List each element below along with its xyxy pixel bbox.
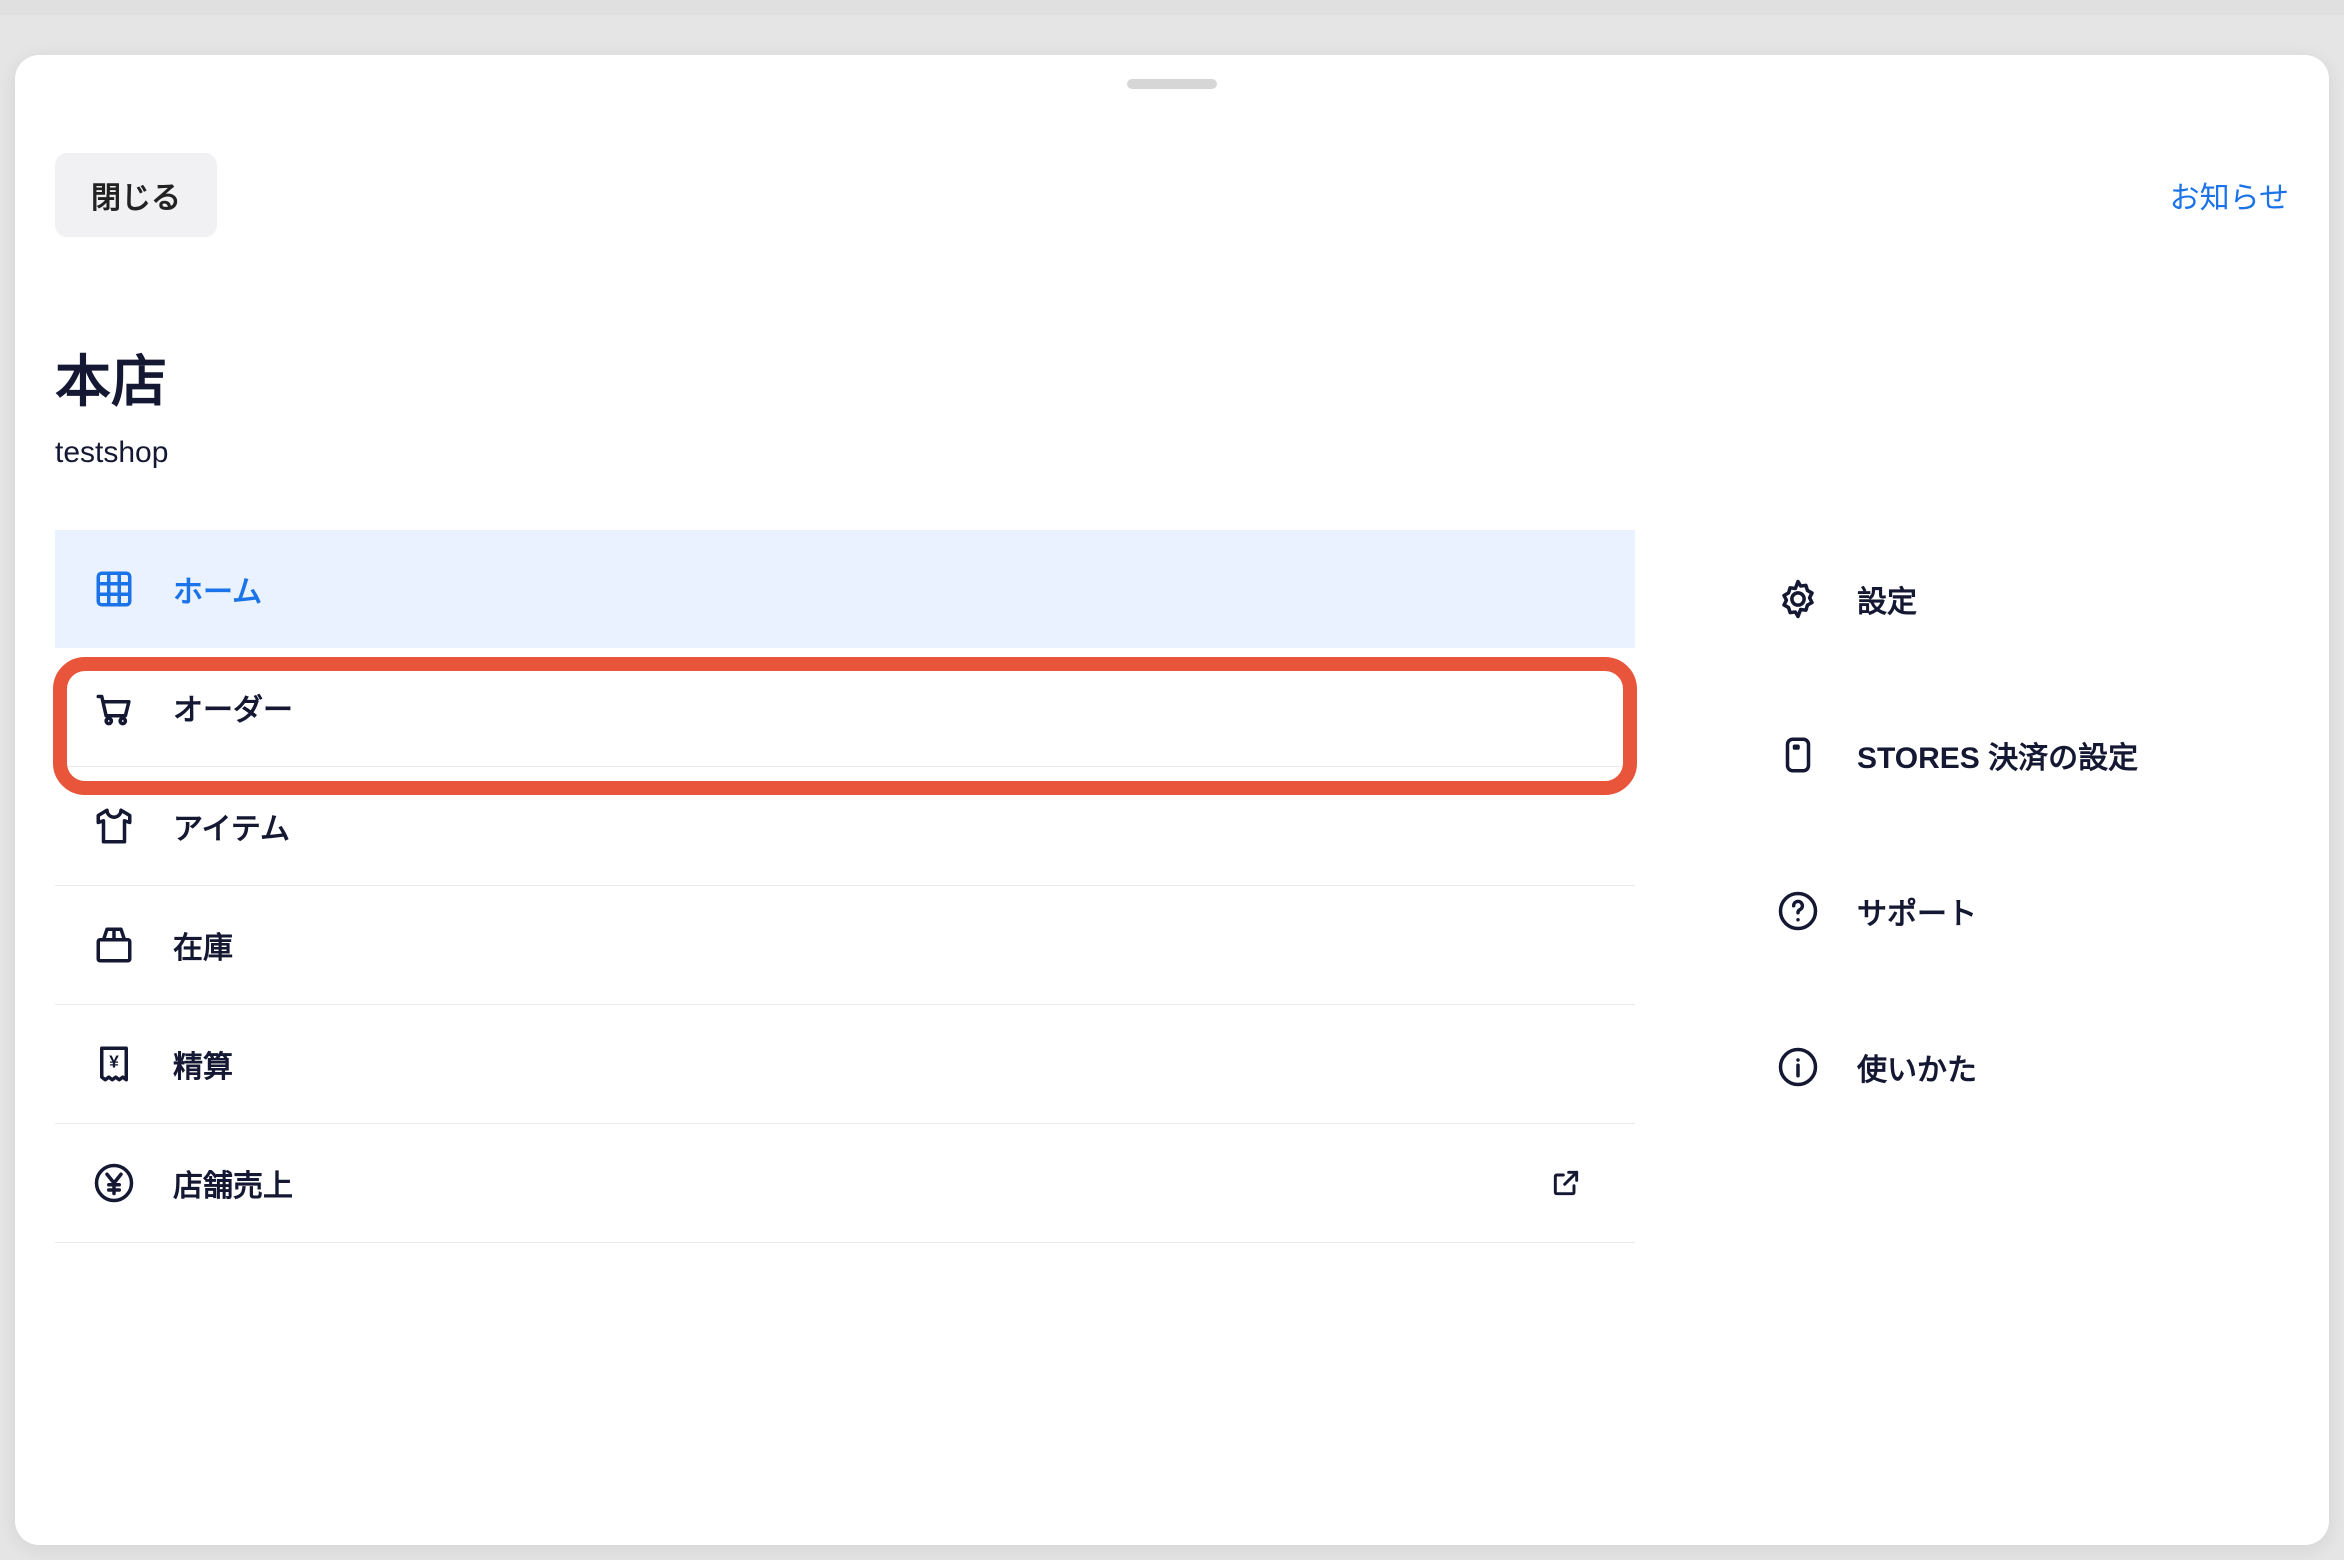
menu-label: ホーム — [173, 567, 1599, 611]
menu-label: オーダー — [173, 685, 1599, 729]
menu-item-stock[interactable]: 在庫 — [55, 886, 1635, 1005]
package-icon — [91, 922, 137, 968]
menu-label: 精算 — [173, 1042, 1599, 1086]
cart-icon — [91, 684, 137, 730]
menu-item-store-sales[interactable]: 店舗売上 — [55, 1124, 1635, 1243]
menu-item-order[interactable]: オーダー — [55, 648, 1635, 767]
menu-item-home[interactable]: ホーム — [55, 530, 1635, 648]
info-icon — [1775, 1044, 1821, 1090]
side-label: 設定 — [1857, 577, 1917, 621]
header-section: 本店 testshop — [15, 237, 2329, 530]
notice-link[interactable]: お知らせ — [2170, 173, 2289, 217]
device-icon — [1775, 732, 1821, 778]
shirt-icon — [91, 803, 137, 849]
menu-item-settlement[interactable]: ¥ 精算 — [55, 1005, 1635, 1124]
menu-label: 店舗売上 — [173, 1161, 1507, 1205]
modal-sheet: 閉じる お知らせ 本店 testshop — [15, 55, 2329, 1545]
menu-label: 在庫 — [173, 923, 1599, 967]
side-label: サポート — [1857, 889, 1977, 933]
sheet-handle[interactable] — [1127, 79, 1217, 89]
external-link-icon — [1543, 1160, 1589, 1206]
main-menu: ホーム オーダー — [55, 530, 1635, 1243]
gear-icon — [1775, 576, 1821, 622]
help-icon — [1775, 888, 1821, 934]
svg-text:¥: ¥ — [109, 1052, 119, 1072]
grid-icon — [91, 566, 137, 612]
side-item-support[interactable]: サポート — [1755, 860, 2289, 962]
side-label: STORES 決済の設定 — [1857, 733, 2138, 777]
menu-label: アイテム — [173, 804, 1599, 848]
side-menu: 設定 STORES 決済の設定 — [1755, 530, 2289, 1243]
store-subtitle: testshop — [55, 436, 2289, 470]
menu-item-item[interactable]: アイテム — [55, 767, 1635, 886]
side-item-payment-settings[interactable]: STORES 決済の設定 — [1755, 704, 2289, 806]
yen-circle-icon — [91, 1160, 137, 1206]
receipt-icon: ¥ — [91, 1041, 137, 1087]
close-button[interactable]: 閉じる — [55, 153, 217, 237]
side-item-settings[interactable]: 設定 — [1755, 548, 2289, 650]
side-label: 使いかた — [1857, 1045, 1977, 1089]
store-title: 本店 — [55, 337, 2289, 418]
topbar: 閉じる お知らせ — [15, 125, 2329, 237]
side-item-howto[interactable]: 使いかた — [1755, 1016, 2289, 1118]
content: ホーム オーダー — [15, 530, 2329, 1243]
